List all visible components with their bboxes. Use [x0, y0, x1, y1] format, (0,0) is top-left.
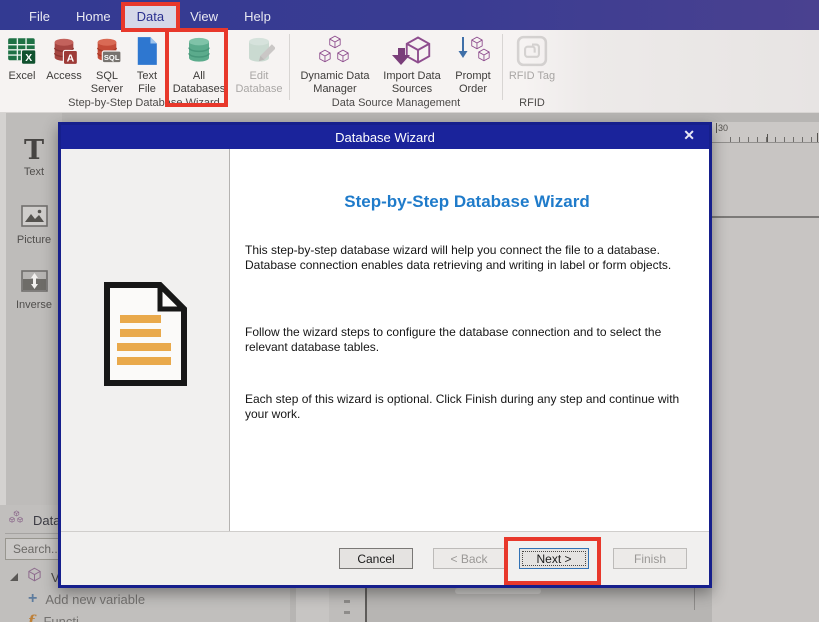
wizard-content: Step-by-Step Database Wizard This step-b… [230, 149, 709, 531]
ruler-tick [817, 133, 818, 142]
variables-tree-item[interactable]: V [10, 567, 60, 587]
function-icon: f [28, 614, 34, 622]
cancel-button[interactable]: Cancel [339, 548, 413, 569]
tool-label: Picture [6, 234, 62, 246]
ribbon-separator [502, 34, 503, 100]
tab-view[interactable]: View [177, 4, 231, 29]
document-icon [103, 282, 188, 391]
dialog-title: Database Wizard [335, 130, 435, 145]
tool-picture[interactable]: Picture [6, 205, 62, 246]
ruler-ticks [722, 137, 819, 142]
ribbon-button-label: SQL Server [86, 70, 128, 95]
background-artifact [365, 588, 367, 622]
svg-text:A: A [67, 53, 75, 65]
background-artifact [296, 588, 329, 622]
ribbon-button-label: Prompt Order [447, 70, 499, 95]
ribbon-button-label: All Databases [166, 70, 232, 95]
menubar: File Home Data View Help [0, 0, 819, 30]
ribbon-group-wizard: X Excel A Access [2, 30, 286, 112]
ribbon: X Excel A Access [0, 30, 819, 113]
rfid-tag-icon [516, 33, 548, 69]
tool-text[interactable]: T Text [6, 137, 62, 178]
database-wizard-dialog: Database Wizard ✕ Step-by-Step Database … [58, 122, 712, 588]
ribbon-button-label: RFID Tag [509, 70, 555, 83]
ribbon-button-label: Import Data Sources [377, 70, 447, 95]
tab-file[interactable]: File [16, 4, 63, 29]
background-artifact [344, 600, 350, 603]
sql-server-button[interactable]: SQL SQL Server [86, 30, 128, 95]
ribbon-button-label: Excel [9, 70, 36, 83]
data-panel-tab[interactable]: Data [8, 510, 60, 530]
dialog-titlebar[interactable]: Database Wizard ✕ [61, 125, 709, 149]
picture-icon [21, 214, 48, 231]
access-icon: A [49, 33, 79, 69]
background-artifact [344, 611, 350, 614]
dialog-footer: Cancel < Back Next > Finish [61, 531, 709, 585]
all-databases-icon [182, 33, 216, 69]
back-button: < Back [433, 548, 505, 569]
ribbon-button-label: Edit Database [232, 70, 286, 95]
background-artifact [694, 588, 695, 610]
wizard-side-panel [61, 149, 230, 531]
ribbon-group-label: Data Source Management [293, 97, 499, 112]
plus-icon: + [28, 591, 37, 607]
ribbon-group-label: Step-by-Step Database Wizard [2, 97, 286, 112]
svg-text:X: X [25, 53, 32, 64]
inverse-icon [21, 279, 48, 296]
ribbon-button-label: Dynamic Data Manager [293, 70, 377, 95]
excel-button[interactable]: X Excel [2, 30, 42, 83]
edit-database-icon [243, 33, 275, 69]
horizontal-ruler: 30 [712, 122, 819, 143]
tab-help[interactable]: Help [231, 4, 284, 29]
rfid-tag-button: RFID Tag [506, 30, 558, 83]
wizard-heading: Step-by-Step Database Wizard [245, 192, 689, 212]
background-artifact [329, 588, 367, 622]
wizard-paragraph: Each step of this wizard is optional. Cl… [245, 392, 689, 422]
finish-button: Finish [613, 548, 687, 569]
functions-tree-item[interactable]: f Functi [28, 614, 79, 622]
tab-data[interactable]: Data [124, 4, 177, 29]
text-file-button[interactable]: Text File [128, 30, 166, 95]
prompt-order-icon [455, 33, 491, 69]
tool-label: Inverse [6, 299, 62, 311]
ribbon-button-label: Text File [128, 70, 166, 95]
add-variable-label: Add new variable [45, 592, 145, 607]
text-file-icon [135, 33, 159, 69]
sql-server-icon: SQL [92, 33, 122, 69]
expander-icon[interactable] [10, 573, 18, 581]
data-panel-tab-label: Data [33, 513, 60, 528]
canvas-edge-line [712, 216, 819, 218]
functions-label: Functi [43, 614, 78, 622]
text-tool-icon: T [24, 135, 44, 166]
dynamic-data-manager-button[interactable]: Dynamic Data Manager [293, 30, 377, 95]
ribbon-button-label: Access [46, 70, 81, 83]
all-databases-button[interactable]: All Databases [166, 30, 232, 95]
next-button[interactable]: Next > [519, 548, 589, 569]
dynamic-data-manager-icon [316, 33, 354, 69]
wizard-paragraph: Follow the wizard steps to configure the… [245, 325, 689, 355]
ruler-tick [767, 134, 768, 142]
cubes-icon [8, 510, 25, 530]
ruler-origin-label: 30 [716, 123, 728, 133]
ribbon-group-label: RFID [506, 97, 558, 112]
svg-text:SQL: SQL [104, 53, 120, 62]
variable-cube-icon [27, 567, 42, 587]
ribbon-group-data-source: Dynamic Data Manager Import Data Sources [293, 30, 499, 112]
tool-inverse[interactable]: Inverse [6, 270, 62, 311]
excel-icon: X [7, 33, 37, 69]
access-button[interactable]: A Access [42, 30, 86, 83]
add-new-variable-link[interactable]: + Add new variable [28, 591, 145, 607]
import-data-sources-icon [391, 33, 433, 69]
tool-label: Text [6, 166, 62, 178]
wizard-paragraph: This step-by-step database wizard will h… [245, 243, 689, 273]
prompt-order-button[interactable]: Prompt Order [447, 30, 499, 95]
design-canvas [712, 143, 819, 622]
edit-database-button: Edit Database [232, 30, 286, 95]
background-scrollbar-thumb[interactable] [455, 588, 541, 594]
import-data-sources-button[interactable]: Import Data Sources [377, 30, 447, 95]
ribbon-separator [289, 34, 290, 100]
close-icon[interactable]: ✕ [683, 127, 695, 144]
ribbon-group-rfid: RFID Tag RFID [506, 30, 558, 112]
tab-home[interactable]: Home [63, 4, 124, 29]
